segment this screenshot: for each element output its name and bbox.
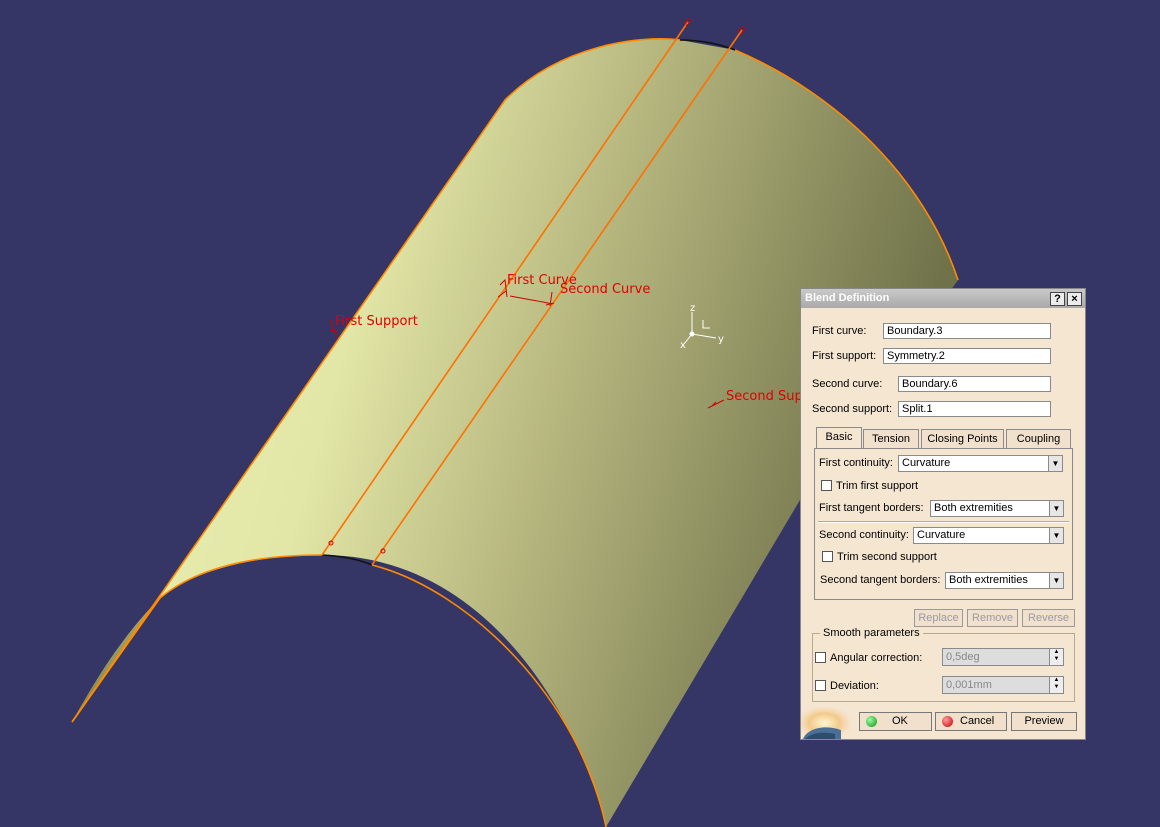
second-curve-field-label: Second curve: xyxy=(812,378,883,390)
deviation-label: Deviation: xyxy=(830,680,879,692)
first-tangent-borders-value: Both extremities xyxy=(934,502,1013,514)
trim-first-support-checkbox[interactable] xyxy=(821,480,832,491)
deviation-value: 0,001mm xyxy=(946,679,992,691)
angular-correction-label: Angular correction: xyxy=(830,652,923,664)
first-tangent-borders-select[interactable]: Both extremities ▼ xyxy=(930,500,1064,517)
axis-z-label: z xyxy=(690,303,695,314)
smooth-parameters-title: Smooth parameters xyxy=(820,627,923,639)
chevron-down-icon[interactable]: ▼ xyxy=(1049,573,1063,588)
panel-divider xyxy=(818,521,1069,523)
ok-button[interactable]: OK xyxy=(859,712,932,731)
axis-x-label: x xyxy=(680,340,686,351)
second-support-label: Second Supp xyxy=(726,389,811,404)
first-continuity-value: Curvature xyxy=(902,457,951,469)
first-support-field[interactable]: Symmetry.2 xyxy=(883,348,1051,364)
red-status-icon xyxy=(942,716,953,727)
second-continuity-select[interactable]: Curvature ▼ xyxy=(913,527,1064,544)
second-curve-field[interactable]: Boundary.6 xyxy=(898,376,1051,392)
deviation-spinner[interactable]: 0,001mm ▲ ▼ xyxy=(942,676,1064,694)
angular-correction-checkbox[interactable] xyxy=(815,652,826,663)
first-support-field-label: First support: xyxy=(812,350,877,362)
preview-label: Preview xyxy=(1024,715,1064,727)
green-status-icon xyxy=(866,716,877,727)
basic-tab-panel: First continuity: Curvature ▼ Trim first… xyxy=(814,448,1073,600)
trim-first-support-label: Trim first support xyxy=(836,480,919,492)
axis-y-label: y xyxy=(718,334,724,345)
first-continuity-select[interactable]: Curvature ▼ xyxy=(898,455,1063,472)
preview-button[interactable]: Preview xyxy=(1011,712,1077,731)
first-tangent-borders-label: First tangent borders: xyxy=(819,502,924,514)
cancel-button[interactable]: Cancel xyxy=(935,712,1007,731)
spinner-arrows-icon[interactable]: ▲ ▼ xyxy=(1049,677,1063,693)
angular-correction-spinner[interactable]: 0,5deg ▲ ▼ xyxy=(942,648,1064,666)
first-continuity-label: First continuity: xyxy=(819,457,893,469)
tab-closing-points[interactable]: Closing Points xyxy=(921,429,1004,449)
second-tangent-borders-select[interactable]: Both extremities ▼ xyxy=(945,572,1064,589)
chevron-down-icon[interactable]: ▼ xyxy=(1048,456,1062,471)
reverse-button[interactable]: Reverse xyxy=(1022,609,1075,627)
trim-second-support-checkbox[interactable] xyxy=(822,551,833,562)
deviation-checkbox[interactable] xyxy=(815,680,826,691)
ok-label: OK xyxy=(892,715,908,727)
first-curve-field-label: First curve: xyxy=(812,325,867,337)
replace-button[interactable]: Replace xyxy=(914,609,963,627)
close-button[interactable]: × xyxy=(1067,292,1082,306)
second-curve-label: Second Curve xyxy=(560,282,650,297)
spinner-arrows-icon[interactable]: ▲ ▼ xyxy=(1049,649,1063,665)
trim-second-support-label: Trim second support xyxy=(837,551,937,563)
dialog-title: Blend Definition xyxy=(805,292,890,304)
second-continuity-label: Second continuity: xyxy=(819,529,909,541)
dialog-title-bar[interactable]: Blend Definition xyxy=(801,289,1085,308)
chevron-down-icon[interactable]: ▼ xyxy=(1049,501,1063,516)
cancel-label: Cancel xyxy=(960,715,995,727)
second-support-field-label: Second support: xyxy=(812,403,893,415)
tab-coupling[interactable]: Coupling xyxy=(1006,429,1071,449)
second-tangent-borders-value: Both extremities xyxy=(949,574,1028,586)
blend-definition-dialog[interactable]: Blend Definition ? × First curve: Bounda… xyxy=(800,288,1086,740)
globe-logo-icon xyxy=(801,707,853,739)
chevron-down-icon[interactable]: ▼ xyxy=(1049,528,1063,543)
first-support-label: First Support xyxy=(335,314,418,329)
angular-correction-value: 0,5deg xyxy=(946,651,980,663)
tab-tension[interactable]: Tension xyxy=(863,429,919,449)
second-tangent-borders-label: Second tangent borders: xyxy=(820,574,941,586)
second-support-field[interactable]: Split.1 xyxy=(898,401,1051,417)
help-button[interactable]: ? xyxy=(1050,292,1065,306)
tab-basic[interactable]: Basic xyxy=(816,427,862,449)
first-curve-field[interactable]: Boundary.3 xyxy=(883,323,1051,339)
remove-button[interactable]: Remove xyxy=(967,609,1018,627)
second-continuity-value: Curvature xyxy=(917,529,966,541)
